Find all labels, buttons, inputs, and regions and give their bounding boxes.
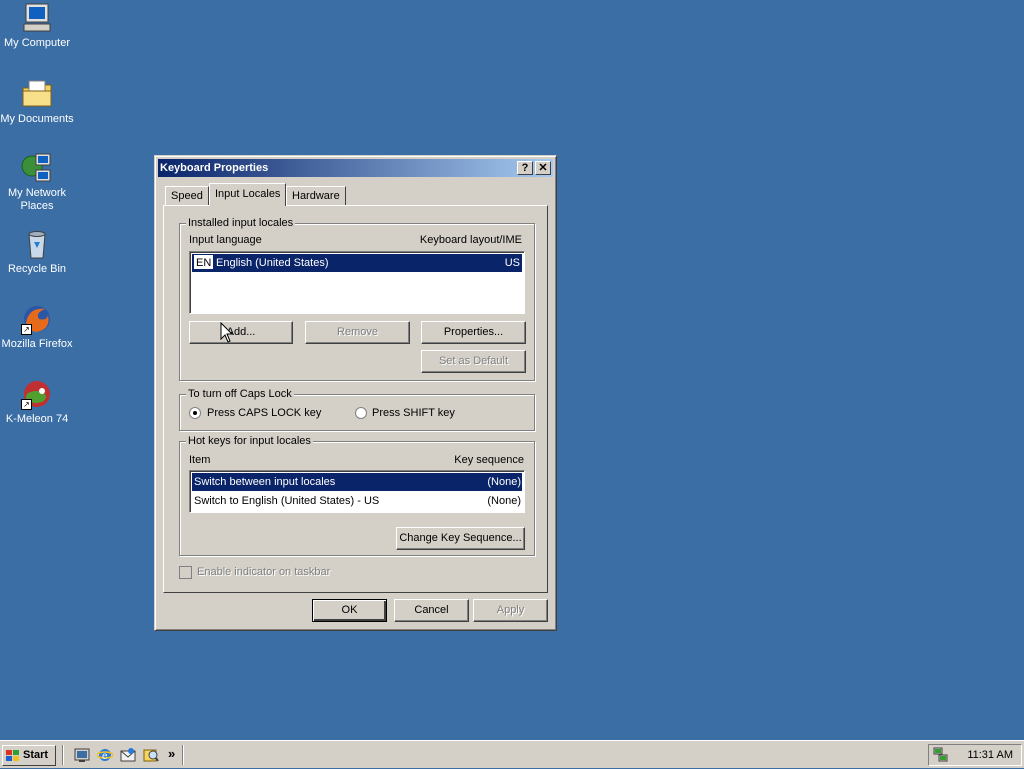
tab-label: Hardware: [292, 190, 340, 202]
taskbar: Start e » 11:31 AM: [0, 740, 1024, 768]
tab-input-locales[interactable]: Input Locales: [209, 183, 287, 206]
press-shift-label[interactable]: Press SHIFT key: [372, 406, 455, 420]
ok-button-label: OK: [341, 604, 358, 616]
properties-button[interactable]: Properties...: [421, 321, 526, 344]
hotkey-sequence: (None): [487, 495, 521, 507]
input-language-value: English (United States): [216, 257, 329, 269]
column-header-input-language: Input language: [189, 234, 262, 246]
change-key-sequence-label: Change Key Sequence...: [399, 532, 522, 544]
remove-button[interactable]: Remove: [305, 321, 410, 344]
press-shift-radio[interactable]: [355, 407, 367, 419]
tab-speed[interactable]: Speed: [165, 186, 209, 205]
help-button[interactable]: ?: [517, 161, 533, 175]
close-icon: ✕: [538, 162, 548, 174]
folder-documents-icon: [21, 78, 53, 110]
remove-button-label: Remove: [337, 326, 378, 338]
cancel-button[interactable]: Cancel: [394, 599, 469, 622]
desktop-icon-label: My Computer: [3, 37, 71, 49]
desktop-icon-label: My Network Places: [7, 187, 67, 212]
shortcut-arrow-icon: ↗: [21, 324, 32, 335]
press-caps-lock-label[interactable]: Press CAPS LOCK key: [207, 406, 321, 420]
installed-locales-list[interactable]: EN English (United States) US: [189, 251, 525, 314]
caps-lock-group: To turn off Caps Lock Press CAPS LOCK ke…: [179, 387, 535, 431]
taskbar-separator: [182, 745, 184, 765]
list-item[interactable]: Switch to English (United States) - US (…: [192, 492, 522, 510]
clock[interactable]: 11:31 AM: [967, 748, 1013, 762]
enable-indicator-label[interactable]: Enable indicator on taskbar: [197, 565, 330, 579]
hot-keys-list[interactable]: Switch between input locales (None) Swit…: [189, 470, 525, 513]
show-desktop-icon[interactable]: [74, 747, 90, 763]
hotkey-item: Switch to English (United States) - US: [194, 495, 380, 507]
add-button[interactable]: Add...: [189, 321, 293, 344]
close-button[interactable]: ✕: [535, 161, 551, 175]
recycle-bin-icon: [21, 228, 53, 260]
cancel-button-label: Cancel: [414, 604, 449, 616]
group-title: To turn off Caps Lock: [186, 387, 294, 401]
column-header-key-sequence: Key sequence: [454, 454, 524, 466]
desktop-icon-label: Recycle Bin: [7, 263, 67, 275]
list-item[interactable]: Switch between input locales (None): [192, 473, 522, 491]
desktop-icon-my-computer[interactable]: My Computer: [0, 2, 74, 50]
outlook-express-icon[interactable]: [120, 747, 136, 763]
change-key-sequence-button[interactable]: Change Key Sequence...: [396, 527, 525, 550]
press-caps-lock-radio[interactable]: [189, 407, 201, 419]
network-tray-icon[interactable]: [933, 747, 949, 763]
tab-label: Input Locales: [215, 188, 281, 200]
group-title: Hot keys for input locales: [186, 434, 313, 448]
desktop-icon-label: K-Meleon 74: [5, 413, 69, 425]
ok-button[interactable]: OK: [312, 599, 387, 622]
set-as-default-button[interactable]: Set as Default: [421, 350, 526, 373]
enable-indicator-checkbox[interactable]: [179, 566, 192, 579]
svg-text:e: e: [102, 751, 108, 762]
language-badge: EN: [194, 255, 214, 269]
dialog-title: Keyboard Properties: [160, 162, 269, 174]
installed-locales-group: Installed input locales Input language K…: [179, 216, 535, 381]
internet-explorer-icon[interactable]: e: [96, 747, 114, 763]
more-chevron-icon[interactable]: »: [168, 746, 175, 761]
k-meleon-icon: ↗: [21, 378, 53, 410]
search-icon[interactable]: [143, 747, 159, 763]
system-tray: 11:31 AM: [928, 744, 1022, 766]
properties-button-label: Properties...: [443, 326, 504, 338]
tab-label: Speed: [171, 190, 203, 202]
desktop-icon-recycle-bin[interactable]: Recycle Bin: [0, 228, 74, 276]
desktop-icon-my-documents[interactable]: My Documents: [0, 78, 74, 126]
desktop-icon-label: My Documents: [0, 113, 74, 125]
input-locales-panel: Installed input locales Input language K…: [163, 205, 548, 593]
my-computer-icon: [21, 2, 53, 34]
column-header-item: Item: [189, 454, 211, 466]
help-icon: ?: [521, 162, 529, 174]
set-as-default-label: Set as Default: [438, 355, 509, 367]
start-button[interactable]: Start: [2, 745, 56, 766]
network-places-icon: [21, 152, 53, 184]
apply-button-label: Apply: [496, 604, 525, 616]
taskbar-separator: [62, 745, 64, 765]
firefox-icon: ↗: [21, 303, 53, 335]
apply-button[interactable]: Apply: [473, 599, 548, 622]
keyboard-properties-dialog: Keyboard Properties ? ✕ Speed Input Loca…: [154, 155, 557, 631]
group-title: Installed input locales: [186, 216, 296, 230]
shortcut-arrow-icon: ↗: [21, 399, 32, 410]
start-label: Start: [23, 749, 49, 761]
hotkey-sequence: (None): [487, 476, 521, 488]
keyboard-layout-value: US: [504, 257, 520, 269]
hotkey-item: Switch between input locales: [194, 476, 336, 488]
column-header-keyboard-layout: Keyboard layout/IME: [419, 234, 522, 246]
dialog-titlebar[interactable]: Keyboard Properties ? ✕: [158, 159, 553, 177]
list-item[interactable]: EN English (United States) US: [192, 254, 522, 272]
tab-hardware[interactable]: Hardware: [286, 186, 346, 205]
desktop-icon-mozilla-firefox[interactable]: ↗ Mozilla Firefox: [0, 303, 74, 351]
desktop-icon-my-network-places[interactable]: My Network Places: [0, 152, 74, 213]
desktop-icon-label: Mozilla Firefox: [1, 338, 73, 350]
hot-keys-group: Hot keys for input locales Item Key sequ…: [179, 434, 535, 556]
desktop-icon-k-meleon[interactable]: ↗ K-Meleon 74: [0, 378, 74, 426]
windows-logo-icon: [6, 750, 20, 762]
mouse-cursor-icon: [220, 321, 234, 344]
